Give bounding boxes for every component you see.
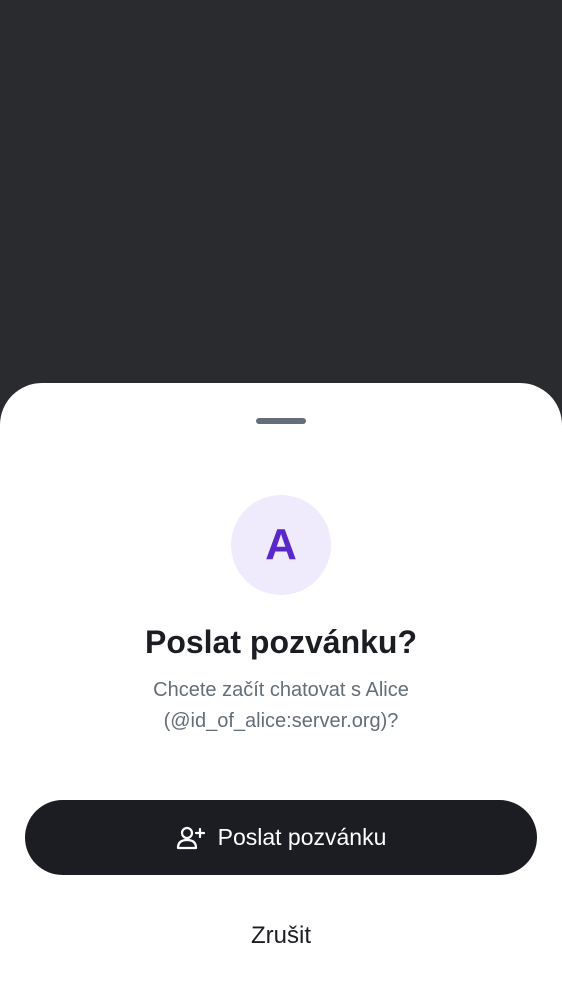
add-person-icon: [176, 826, 205, 849]
screen: A Poslat pozvánku? Chcete začít chatovat…: [0, 0, 562, 1000]
dialog-title: Poslat pozvánku?: [144, 624, 418, 660]
subtitle-line-1: Chcete začít chatovat s Alice: [153, 679, 409, 701]
cancel-button[interactable]: Zrušit: [181, 911, 381, 961]
send-invite-label: Poslat pozvánku: [217, 824, 387, 850]
dialog-subtitle: Chcete začít chatovat s Alice (@id_of_al…: [60, 675, 502, 737]
send-invite-button[interactable]: Poslat pozvánku: [25, 800, 537, 875]
avatar: A: [231, 495, 331, 595]
bottom-sheet: A Poslat pozvánku? Chcete začít chatovat…: [0, 383, 562, 1000]
subtitle-line-2: (@id_of_alice:server.org)?: [163, 710, 399, 732]
avatar-initial: A: [265, 520, 297, 569]
drag-handle[interactable]: [256, 418, 306, 424]
